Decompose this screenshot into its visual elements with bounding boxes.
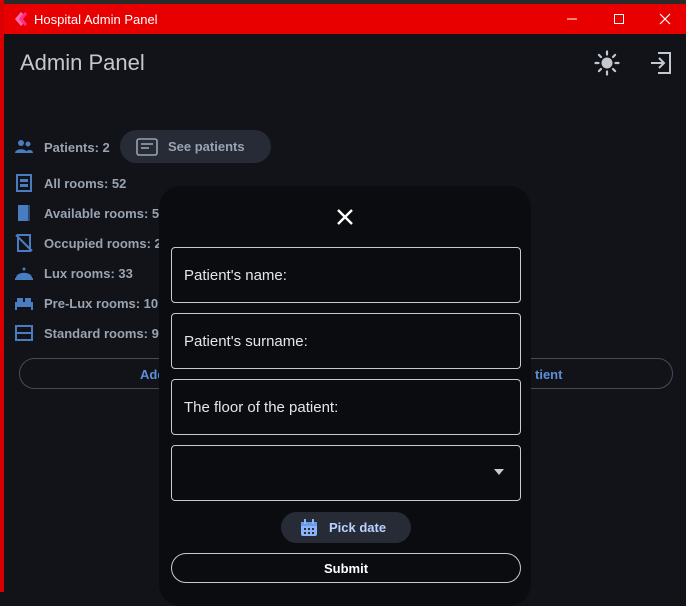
- logout-icon[interactable]: [648, 50, 674, 76]
- available-rooms-stat: Available rooms: 5: [14, 202, 159, 224]
- app-logo-icon: [15, 12, 27, 26]
- minimize-icon: [567, 18, 577, 20]
- close-window-button[interactable]: [642, 4, 686, 34]
- all-rooms-stat: All rooms: 52: [14, 172, 126, 194]
- occupied-rooms-label: Occupied rooms: 2: [44, 235, 162, 251]
- add-patient-label-right: tient: [535, 367, 563, 382]
- window-title: Hospital Admin Panel: [34, 11, 158, 27]
- chevron-down-icon: [494, 469, 504, 475]
- room-type-dropdown[interactable]: [171, 445, 521, 501]
- patients-count: Patients: 2: [44, 139, 110, 155]
- calendar-icon: [301, 518, 317, 536]
- available-rooms-label: Available rooms: 5: [44, 205, 160, 221]
- minimize-button[interactable]: [549, 4, 595, 34]
- occupied-rooms-stat: Occupied rooms: 2: [14, 232, 162, 254]
- add-patient-dialog: Patient's name: Patient's surname: The f…: [159, 186, 531, 606]
- pre-lux-rooms-stat: Pre-Lux rooms: 10: [14, 292, 158, 314]
- pre-lux-rooms-label: Pre-Lux rooms: 10: [44, 295, 159, 311]
- lux-rooms-label: Lux rooms: 33: [44, 265, 133, 281]
- patient-name-placeholder: Patient's name:: [184, 266, 287, 284]
- pick-date-button[interactable]: Pick date: [281, 512, 411, 543]
- app-window: Hospital Admin Panel Admin Panel Patient…: [0, 0, 686, 606]
- door-open-icon: [18, 205, 30, 221]
- patient-name-field[interactable]: Patient's name:: [171, 247, 521, 303]
- see-patients-label: See patients: [168, 139, 245, 154]
- patient-floor-placeholder: The floor of the patient:: [184, 398, 339, 416]
- patient-surname-field[interactable]: Patient's surname:: [171, 313, 521, 369]
- door-closed-icon: [15, 234, 33, 252]
- sun-icon[interactable]: [594, 50, 620, 76]
- close-icon: [659, 13, 671, 25]
- people-icon: [15, 140, 33, 153]
- close-dialog-icon[interactable]: [335, 207, 355, 227]
- pick-date-label: Pick date: [329, 520, 387, 535]
- patient-floor-field[interactable]: The floor of the patient:: [171, 379, 521, 435]
- submit-button[interactable]: Submit: [171, 553, 521, 583]
- see-patients-button[interactable]: See patients: [120, 130, 271, 163]
- patients-stat: Patients: 2: [14, 136, 110, 158]
- page-title: Admin Panel: [20, 50, 145, 75]
- all-rooms-label: All rooms: 52: [44, 175, 127, 191]
- window-border: [0, 0, 4, 592]
- standard-rooms-label: Standard rooms: 9: [44, 325, 159, 341]
- hotel-icon: [16, 174, 32, 192]
- lux-rooms-stat: Lux rooms: 33: [14, 262, 133, 284]
- bed-icon: [15, 298, 33, 310]
- title-bar[interactable]: Hospital Admin Panel: [4, 4, 686, 34]
- maximize-button[interactable]: [596, 4, 642, 34]
- standard-rooms-stat: Standard rooms: 9: [14, 322, 159, 344]
- list-icon: [136, 137, 158, 156]
- room-service-icon: [15, 267, 33, 280]
- patient-surname-placeholder: Patient's surname:: [184, 332, 308, 350]
- maximize-icon: [614, 14, 624, 24]
- bunk-bed-icon: [15, 325, 33, 341]
